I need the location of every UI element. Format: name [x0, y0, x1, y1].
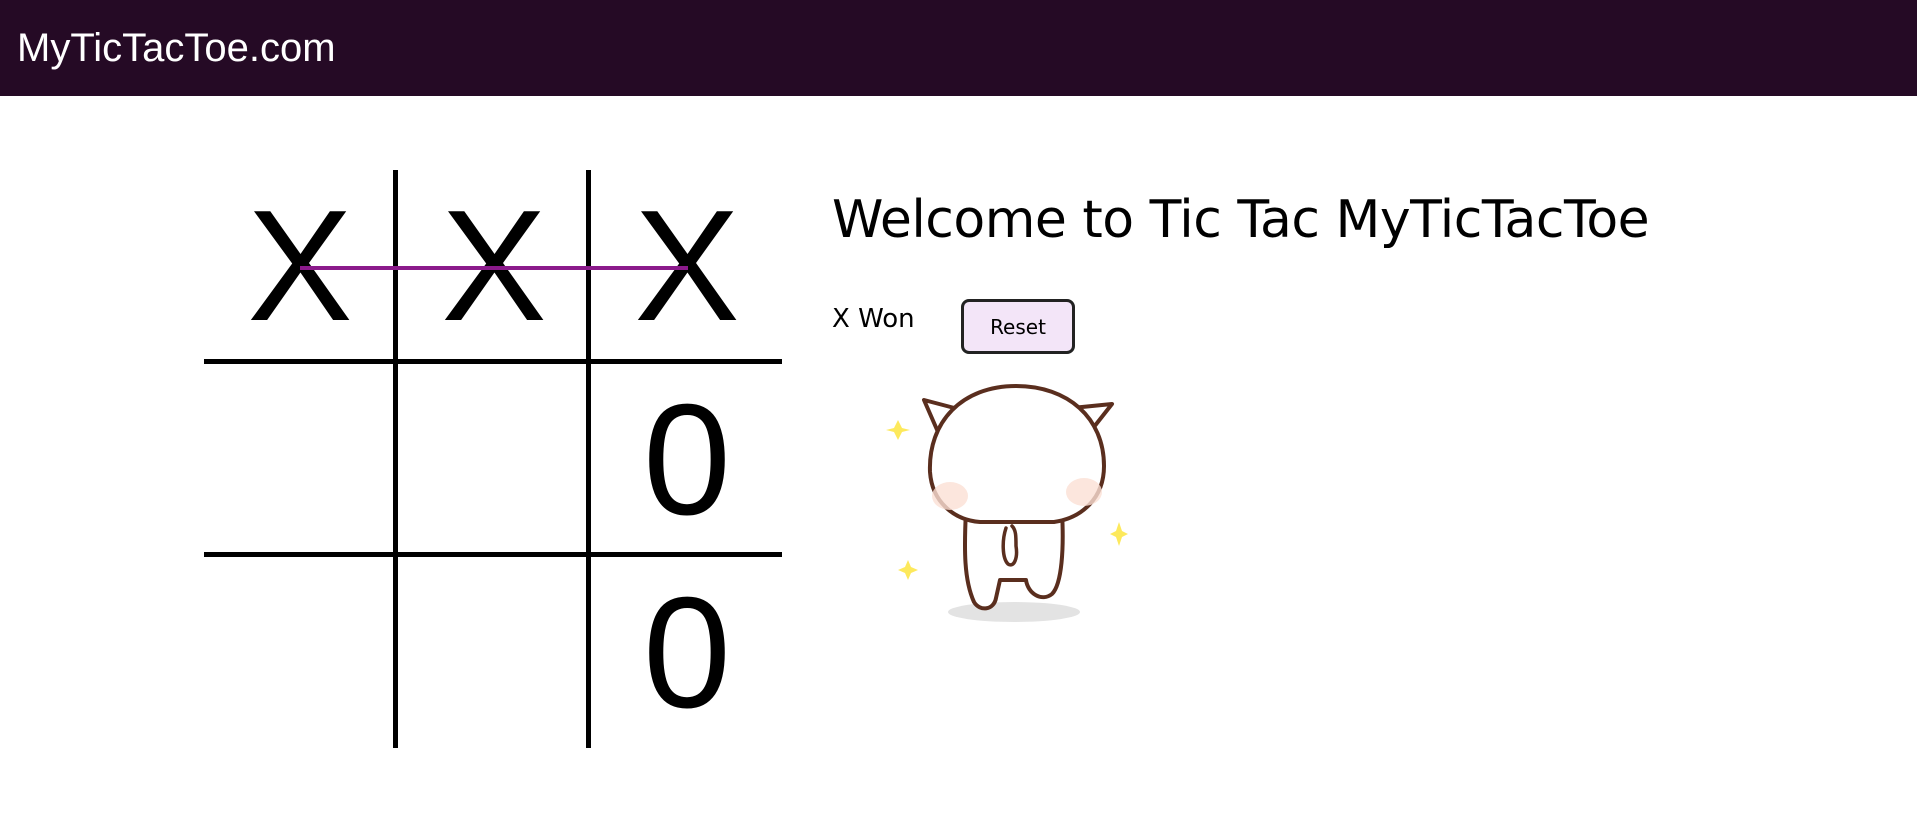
sparkle-icon — [886, 420, 910, 440]
cat-blush-left — [932, 482, 968, 510]
board-cell-9[interactable]: 0 — [591, 557, 783, 749]
board-cell-4[interactable] — [204, 364, 396, 556]
page-title: Welcome to Tic Tac MyTicTacToe — [832, 190, 1650, 250]
reset-button[interactable]: Reset — [961, 299, 1075, 354]
sparkle-icon — [898, 560, 918, 580]
brand-link[interactable]: MyTicTacToe.com — [17, 26, 336, 71]
navbar: MyTicTacToe.com — [0, 0, 1917, 96]
game-status: X Won — [832, 304, 915, 334]
cat-tail — [1001, 524, 1019, 567]
tic-tac-toe-board: X X X 0 0 — [204, 170, 782, 748]
cat-shadow — [948, 602, 1080, 622]
sparkle-icon — [1110, 522, 1128, 546]
cat-blush-right — [1066, 478, 1102, 506]
cat-sticker-image — [886, 383, 1128, 622]
board-cell-8[interactable] — [398, 557, 590, 749]
board-cell-5[interactable] — [398, 364, 590, 556]
winning-strike-line — [300, 266, 688, 270]
board-cell-7[interactable] — [204, 557, 396, 749]
board-cell-6[interactable]: 0 — [591, 364, 783, 556]
